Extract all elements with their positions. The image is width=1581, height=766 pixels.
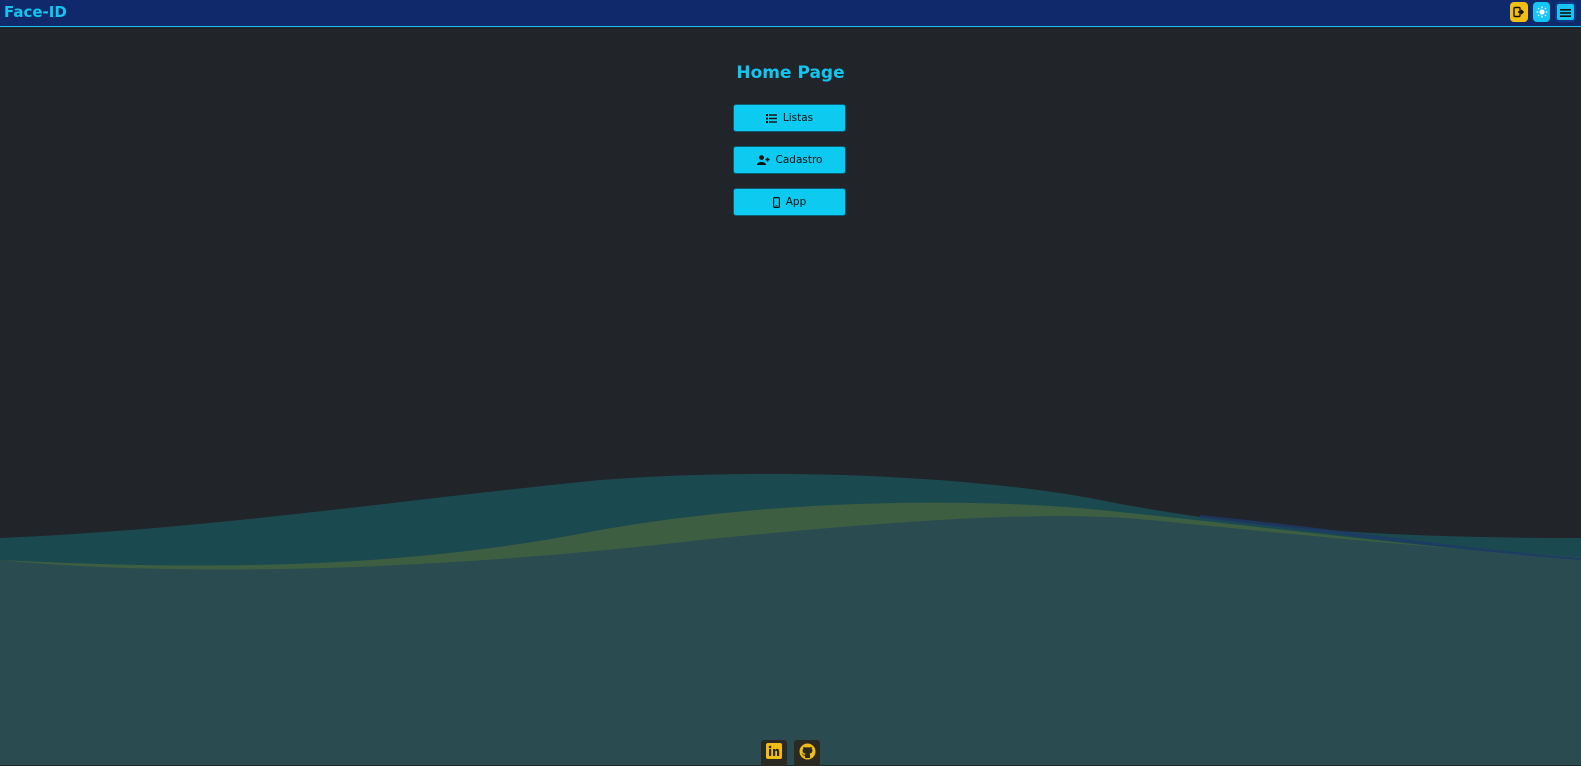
- app-label: App: [785, 196, 807, 208]
- brand-title[interactable]: Face-ID: [4, 3, 67, 21]
- github-link[interactable]: [794, 740, 820, 766]
- footer: [0, 740, 1581, 766]
- mobile-icon: [772, 196, 780, 208]
- logout-icon: [1513, 3, 1525, 22]
- app-button[interactable]: App: [733, 188, 846, 216]
- cadastro-label: Cadastro: [775, 154, 823, 166]
- add-user-icon: [756, 155, 770, 165]
- menu-button[interactable]: [1555, 2, 1576, 22]
- theme-toggle-icon: [1536, 3, 1548, 22]
- list-icon: [765, 113, 777, 123]
- linkedin-link[interactable]: [761, 740, 787, 766]
- wave-background: [0, 473, 1581, 765]
- listas-label: Listas: [782, 112, 814, 124]
- navbar: Face-ID: [0, 0, 1581, 27]
- github-icon: [799, 743, 816, 764]
- listas-button[interactable]: Listas: [733, 104, 846, 132]
- menu-icon: [1560, 3, 1571, 22]
- navbar-actions: [1510, 2, 1576, 22]
- cadastro-button[interactable]: Cadastro: [733, 146, 846, 174]
- logout-button[interactable]: [1510, 2, 1528, 22]
- page-title: Home Page: [736, 63, 845, 83]
- linkedin-icon: [766, 743, 782, 763]
- theme-toggle-button[interactable]: [1533, 2, 1550, 22]
